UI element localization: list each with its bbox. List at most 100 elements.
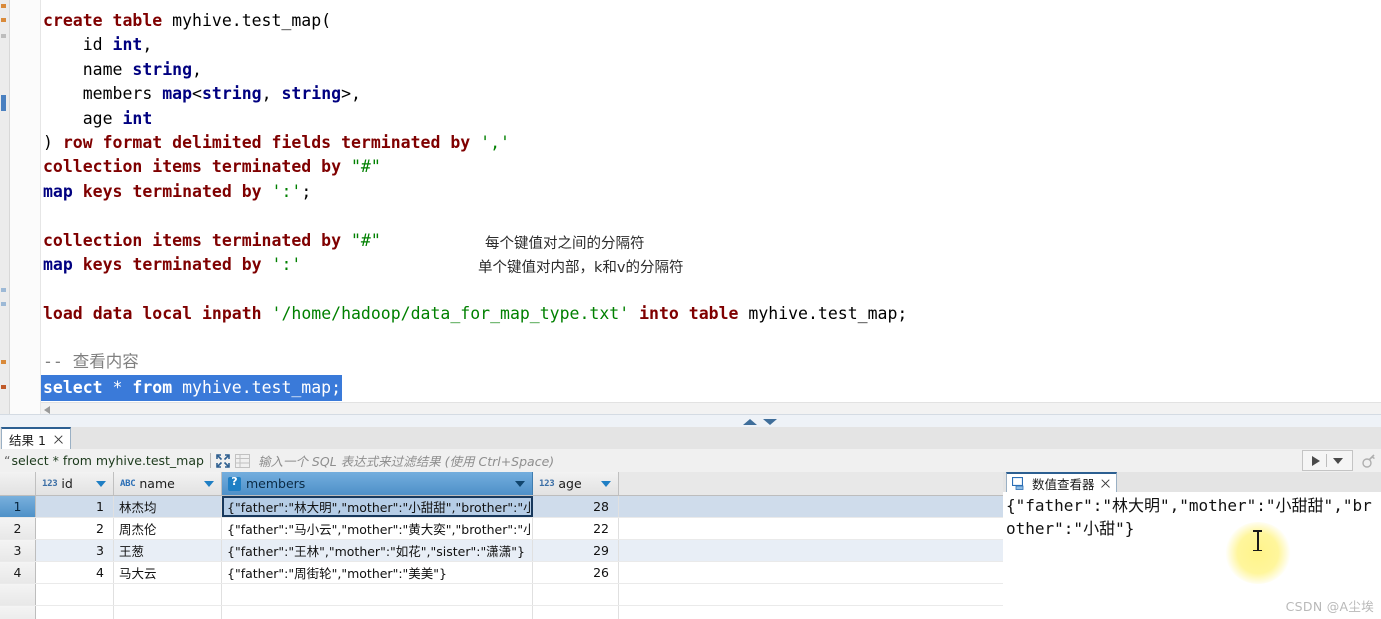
map-type-icon [228,475,241,491]
row-number[interactable]: 1 [0,496,36,517]
editor-gutter[interactable] [0,0,10,417]
grid-select-all-corner[interactable] [0,472,36,495]
collapse-down-icon[interactable] [763,419,777,425]
gutter-marker[interactable] [1,302,6,306]
code-line[interactable]: id int, [41,33,1381,57]
code-line[interactable]: members map<string, string>, [41,82,1381,106]
chevron-down-icon[interactable] [96,481,106,487]
apply-filter-play-icon[interactable] [1312,455,1320,466]
code-token: "#" [350,157,381,177]
table-row[interactable]: 3 3 王葱 {"father":"王林","mother":"如花","sister… [0,540,1003,562]
code-line[interactable]: -- 查看内容 [41,350,1381,374]
gutter-marker[interactable] [1,4,6,8]
table-row[interactable]: 2 2 周杰伦 {"father":"马小云","mother":"黄大奕","bro… [0,518,1003,540]
tab-value-viewer-label: 数值查看器 [1032,476,1095,492]
row-number[interactable]: 3 [0,540,36,561]
grid-view-icon[interactable] [234,453,250,468]
code-token: table [688,303,739,323]
scroll-left-arrow-icon[interactable] [44,406,50,414]
code-line[interactable]: create table myhive.test_map( [41,9,1381,33]
gutter-marker[interactable] [1,95,6,111]
code-text-area[interactable]: create table myhive.test_map( id int, na… [41,0,1381,417]
grid-header-row: 123idABCname members 123age [0,472,1003,496]
code-line[interactable] [41,277,1381,301]
sql-editor-pane[interactable]: create table myhive.test_map( id int, na… [0,0,1381,417]
close-icon[interactable] [1100,478,1111,489]
gutter-marker[interactable] [1,360,6,364]
tab-value-viewer[interactable]: 数值查看器 [1006,472,1117,492]
code-token: terminated [211,157,312,177]
code-line-selected[interactable]: select * from myhive.test_map; [41,374,1381,402]
gutter-marker[interactable] [1,34,6,38]
chevron-down-icon[interactable] [204,481,214,487]
row-number[interactable]: 2 [0,518,36,539]
code-line[interactable]: collection items terminated by "#" [41,155,1381,179]
cell-name[interactable]: 周杰伦 [114,518,222,539]
filter-input-placeholder[interactable]: 输入一个 SQL 表达式来过滤结果 (使用 Ctrl+Space) [258,451,554,470]
code-line[interactable]: ) row format delimited fields terminated… [41,131,1381,155]
code-line[interactable]: map keys terminated by ':'; [41,180,1381,204]
code-token: into [639,303,679,323]
cell-empty [222,606,533,619]
code-line[interactable]: age int [41,107,1381,131]
code-token: ; [301,181,312,201]
column-header-members[interactable]: members [222,472,533,495]
results-tab-strip: 结果 1 [0,427,1381,450]
code-line[interactable]: name string, [41,58,1381,82]
code-line[interactable] [41,204,1381,228]
cell-id[interactable]: 4 [36,562,114,583]
cell-empty [222,584,533,605]
cell-id[interactable]: 1 [36,496,114,517]
cell-name[interactable]: 王葱 [114,540,222,561]
grid-body[interactable]: 1 1 林杰均 {"father":"林大明","mother":"小甜甜","bro… [0,496,1003,619]
cell-age[interactable]: 29 [533,540,619,561]
code-token: map [43,181,73,201]
row-number[interactable]: 4 [0,562,36,583]
code-line[interactable]: collection items terminated by "#" 每个键值对之… [41,229,1381,253]
code-line[interactable]: map keys terminated by ':' 单个键值对内部，k和v的分隔… [41,253,1381,277]
result-data-grid[interactable]: 123idABCnamemembers123age 11林杰均{"father"… [0,472,1004,619]
column-header-label: members [246,476,306,491]
filter-bar-right-controls [1302,450,1377,471]
code-token: int [112,35,143,55]
code-token: local [142,303,193,323]
cell-members[interactable]: {"father":"马小云","mother":"黄大奕","brother"… [222,518,533,539]
close-icon[interactable] [53,434,64,445]
code-token: string [201,84,262,104]
collapse-up-icon[interactable] [743,419,757,425]
cell-id[interactable]: 2 [36,518,114,539]
code-token: format [102,132,163,152]
cell-members[interactable]: {"father":"林大明","mother":"小甜甜","brother"… [222,496,533,517]
cell-members[interactable]: {"father":"周街轮","mother":"美美"} [222,562,533,583]
table-row[interactable]: 1 1 林杰均 {"father":"林大明","mother":"小甜甜","bro… [0,496,1003,518]
cell-age[interactable]: 28 [533,496,619,517]
tab-result-1[interactable]: 结果 1 [1,427,71,449]
cell-age[interactable]: 26 [533,562,619,583]
cell-age[interactable]: 22 [533,518,619,539]
column-header-age[interactable]: 123 age [533,472,619,495]
filter-history-caret-icon[interactable] [1333,457,1343,464]
chevron-down-icon[interactable] [601,481,611,487]
settings-icon[interactable] [1361,453,1377,469]
filter-apply-group[interactable] [1302,450,1353,471]
gutter-marker[interactable] [1,385,6,389]
column-header-id[interactable]: 123 id [36,472,114,495]
selected-statement[interactable]: select * from myhive.test_map; [41,374,343,402]
cell-id[interactable]: 3 [36,540,114,561]
cell-name[interactable]: 马大云 [114,562,222,583]
expand-arrows-icon[interactable] [216,453,230,468]
gutter-marker[interactable] [1,288,6,292]
chevron-down-icon[interactable] [515,481,525,487]
cell-name[interactable]: 林杰均 [114,496,222,517]
table-row[interactable]: 4 4 马大云 {"father":"周街轮","mother":"美美"} 26 [0,562,1003,584]
cell-members[interactable]: {"father":"王林","mother":"如花","sister":"潇… [222,540,533,561]
code-line[interactable]: load data local inpath '/home/hadoop/dat… [41,302,1381,326]
gutter-marker[interactable] [1,18,6,22]
code-token: by [321,230,342,250]
code-line[interactable] [41,326,1381,350]
column-header-name[interactable]: ABC name [114,472,222,495]
